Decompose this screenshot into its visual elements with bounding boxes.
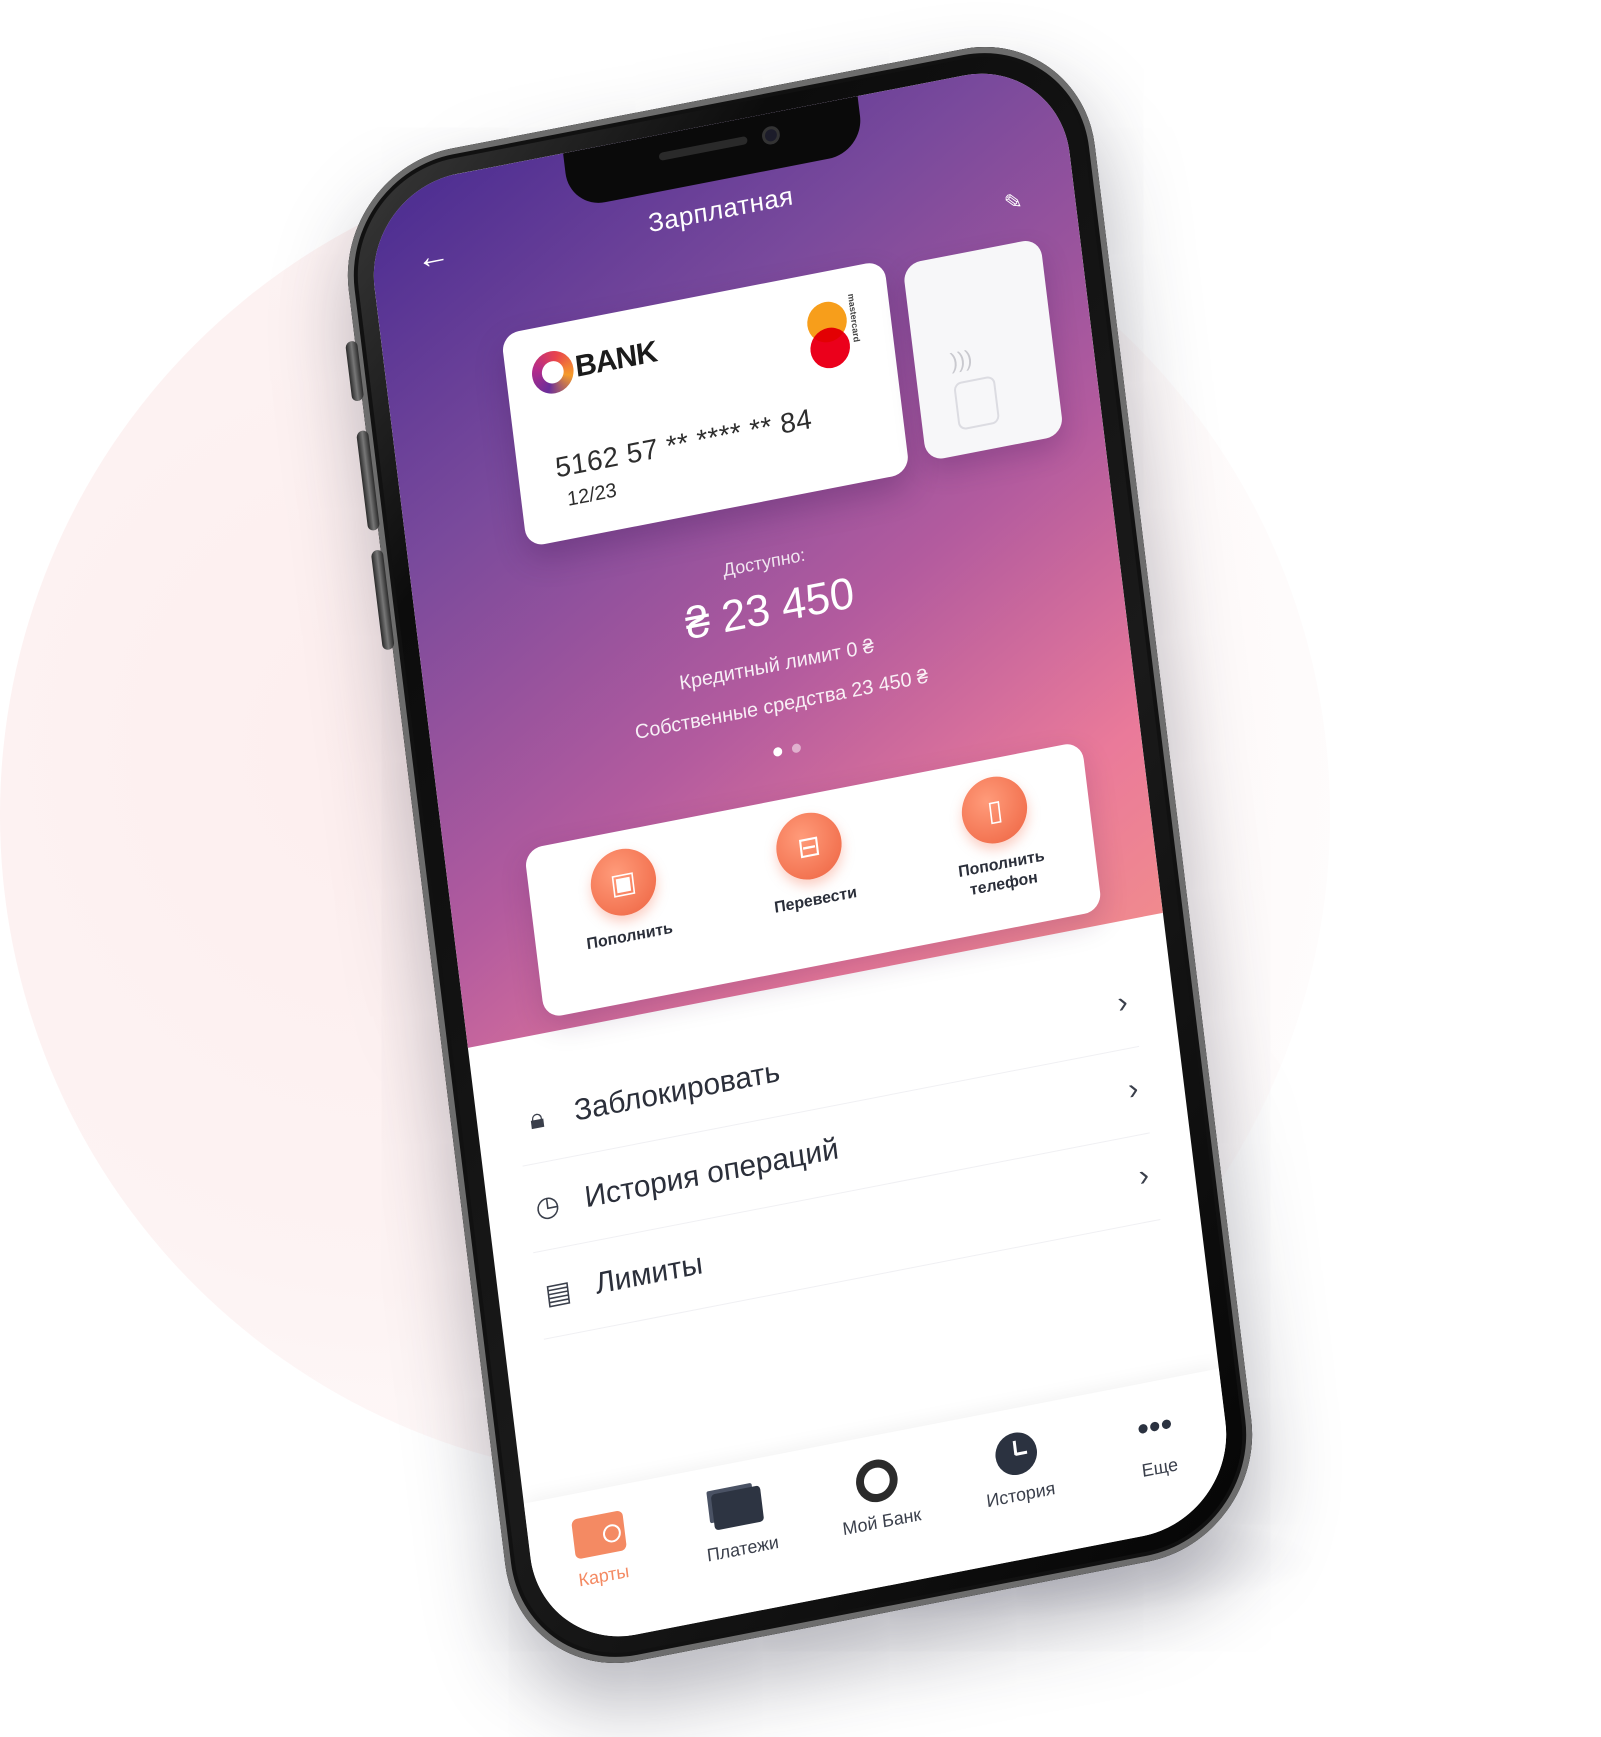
- tab-history[interactable]: История: [954, 1419, 1081, 1517]
- pager-dot[interactable]: [791, 742, 802, 754]
- tab-cards[interactable]: Карты: [537, 1501, 664, 1599]
- clock-icon: [987, 1426, 1046, 1482]
- tab-label: История: [985, 1478, 1057, 1512]
- phone-icon: ▯: [958, 770, 1032, 850]
- speaker-grille: [658, 135, 748, 162]
- tab-payments[interactable]: Платежи: [676, 1474, 803, 1572]
- more-icon: •••: [1134, 1403, 1175, 1449]
- chip-icon: [953, 375, 1001, 431]
- tab-label: Карты: [577, 1560, 631, 1591]
- bank-logo: BANK: [529, 331, 659, 398]
- action-label: Перевести: [773, 883, 858, 917]
- tab-label: Мой Банк: [841, 1504, 923, 1540]
- stage: ← Зарплатная ✎ BANK mastercard 5162 57 *…: [0, 0, 1601, 1737]
- chevron-right-icon: ›: [1136, 1158, 1151, 1194]
- front-camera: [760, 124, 781, 146]
- menu-item-label: Лимиты: [593, 1247, 705, 1301]
- contactless-icon: ))): [948, 345, 974, 375]
- pager-dot-active[interactable]: [772, 746, 783, 758]
- chevron-right-icon: ›: [1126, 1071, 1141, 1107]
- pencil-icon: ✎: [1002, 187, 1024, 217]
- documents-icon: ▤: [543, 1274, 574, 1311]
- tab-my-bank[interactable]: Мой Банк: [815, 1447, 942, 1545]
- action-label: Пополнить: [585, 919, 674, 954]
- action-label: Пополнить телефон: [957, 847, 1046, 900]
- lock-icon: 🔒︎: [527, 1101, 547, 1135]
- clock-icon: ◷: [533, 1187, 562, 1224]
- chevron-right-icon: ›: [1115, 985, 1130, 1021]
- cards-icon: [709, 1480, 768, 1536]
- action-topup[interactable]: ▣ Пополнить: [545, 835, 704, 961]
- action-transfer[interactable]: ⊟ Перевести: [731, 799, 890, 925]
- logo-ring-icon: [529, 347, 576, 398]
- action-topup-phone[interactable]: ▯ Пополнить телефон: [917, 763, 1079, 909]
- bank-logo-text: BANK: [573, 335, 659, 384]
- tab-more[interactable]: ••• Еще: [1093, 1392, 1220, 1490]
- money-transfer-icon: ⊟: [772, 806, 846, 886]
- tab-label: Еще: [1140, 1454, 1180, 1482]
- card-topup-icon: ▣: [586, 843, 660, 922]
- edit-button[interactable]: ✎: [996, 183, 1031, 221]
- card-expiry: 12/23: [566, 479, 618, 511]
- phone-screen: ← Зарплатная ✎ BANK mastercard 5162 57 *…: [362, 57, 1238, 1653]
- wallet-icon: [570, 1507, 629, 1563]
- tab-label: Платежи: [705, 1531, 780, 1566]
- mybank-icon: [848, 1453, 907, 1509]
- card-number: 5162 57 ** **** ** 84: [553, 402, 814, 484]
- next-card-preview[interactable]: ))): [902, 237, 1065, 462]
- menu-item-label: Заблокировать: [572, 1054, 782, 1128]
